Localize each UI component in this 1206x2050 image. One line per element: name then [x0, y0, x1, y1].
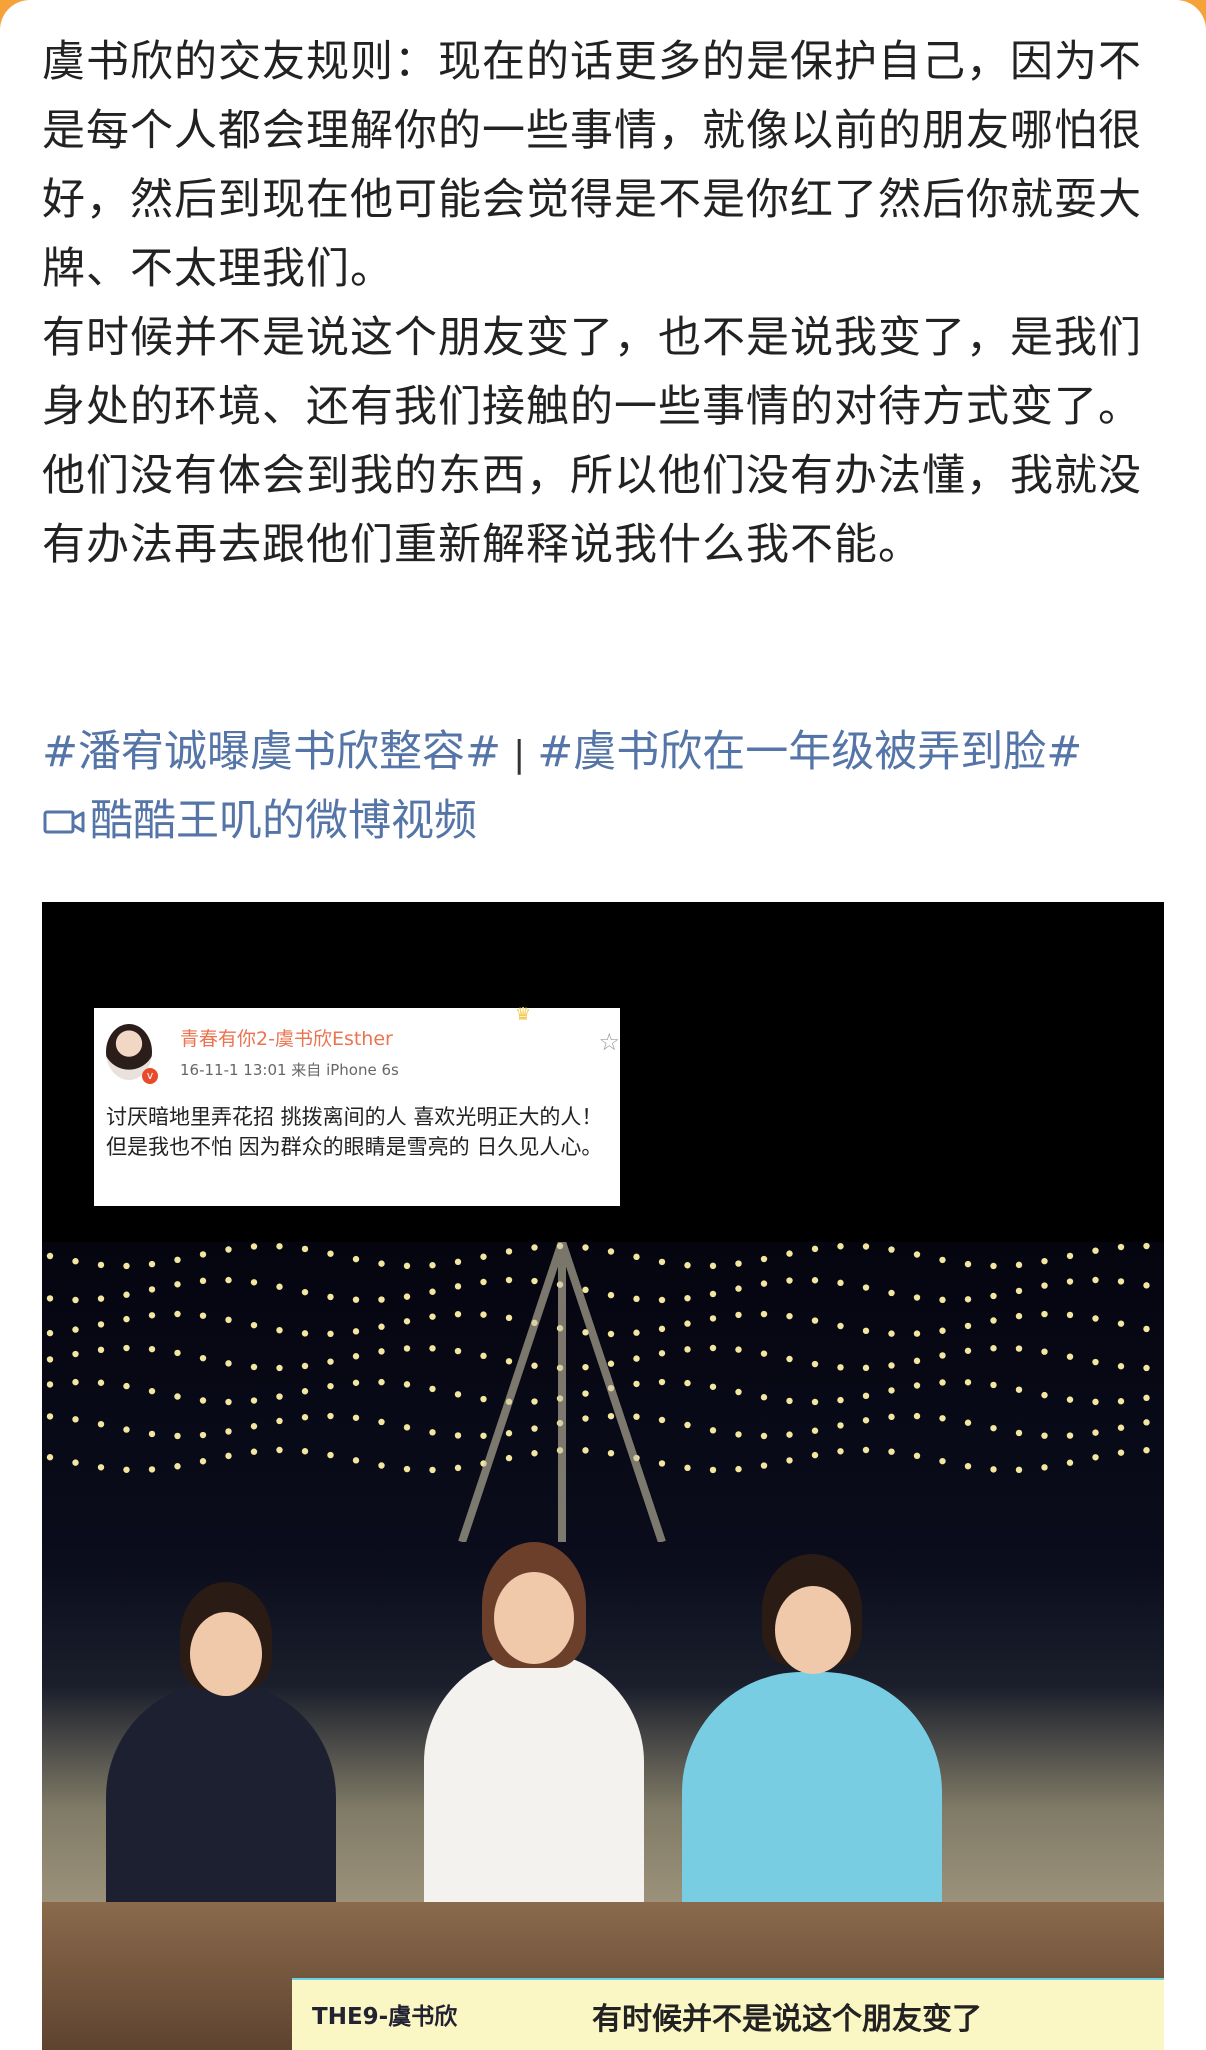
topic-tag-link[interactable]: #潘宥诚曝虞书欣整容#	[42, 727, 501, 777]
string-lights-decoration	[46, 1242, 1150, 1542]
person-right-face	[775, 1586, 851, 1674]
weibo-video-link[interactable]: 酷酷王叽的微博视频	[42, 787, 477, 856]
person-right	[682, 1672, 942, 1922]
post-body-text: 虞书欣的交友规则：现在的话更多的是保护自己，因为不是每个人都会理解你的一些事情，…	[42, 37, 1142, 570]
video-camera-icon	[43, 810, 85, 833]
embedded-weibo-screenshot: v 青春有你2-虞书欣Esther ♛ ☆ 16-11-1 13:01 来自 i…	[94, 1004, 620, 1206]
person-center-face	[494, 1572, 574, 1664]
video-thumbnail[interactable]: v 青春有你2-虞书欣Esther ♛ ☆ 16-11-1 13:01 来自 i…	[42, 902, 1164, 2050]
star-icon: ☆	[598, 1028, 620, 1056]
weibo-meta: 16-11-1 13:01 来自 iPhone 6s	[180, 1061, 399, 1079]
post-card: 虞书欣的交友规则：现在的话更多的是保护自己，因为不是每个人都会理解你的一些事情，…	[0, 0, 1206, 2050]
weibo-text: 讨厌暗地里弄花招 挑拨离间的人 喜欢光明正大的人！但是我也不怕 因为群众的眼睛是…	[106, 1105, 603, 1159]
topic-tag-link[interactable]: #虞书欣在一年级被弄到脸#	[537, 727, 1082, 777]
video-link-label: 酷酷王叽的微博视频	[90, 796, 477, 846]
topic-tags: #潘宥诚曝虞书欣整容# | #虞书欣在一年级被弄到脸#	[42, 718, 1192, 789]
person-left	[106, 1682, 336, 1922]
verified-badge-icon: v	[142, 1068, 158, 1084]
subtitle-text: 有时候并不是说这个朋友变了	[592, 2002, 982, 2037]
video-subtitle-bar: THE9-虞书欣 有时候并不是说这个朋友变了	[292, 1978, 1164, 2050]
tag-separator: |	[513, 734, 526, 775]
person-left-face	[190, 1612, 262, 1696]
weibo-username: 青春有你2-虞书欣Esther	[180, 1028, 393, 1050]
crown-icon: ♛	[515, 1004, 532, 1025]
speaker-badge: THE9-虞书欣	[312, 2004, 458, 2030]
person-center	[424, 1652, 644, 1922]
